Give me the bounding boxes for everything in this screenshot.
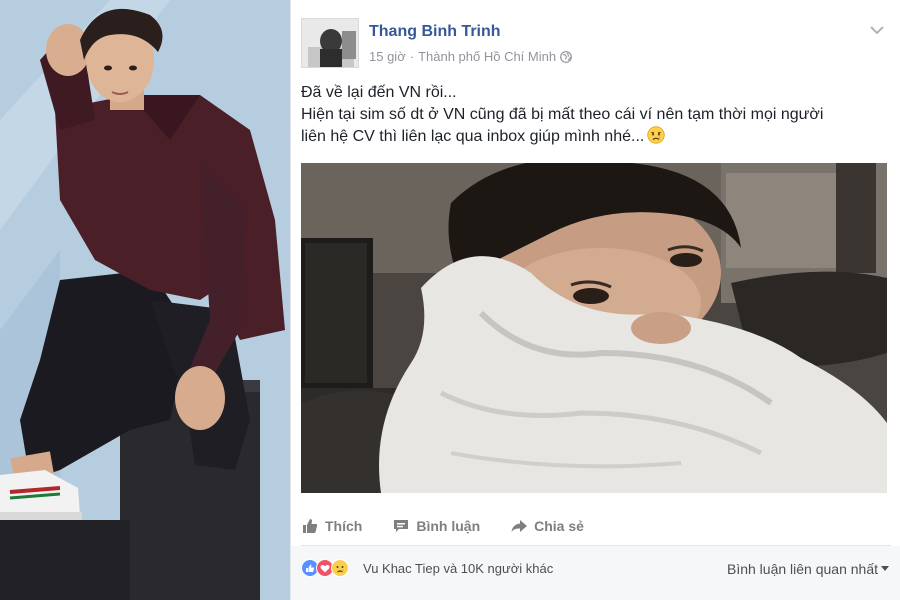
- globe-icon[interactable]: [560, 50, 572, 63]
- reaction-icons[interactable]: [301, 559, 349, 579]
- sad-face-icon: [336, 566, 344, 573]
- promo-photo-illustration: [0, 0, 290, 600]
- share-button[interactable]: Chia sẻ: [510, 517, 584, 535]
- reaction-summary[interactable]: Vu Khac Tiep và 10K người khác: [363, 561, 553, 576]
- action-bar: Thích Bình luận Chia sẻ: [301, 510, 891, 542]
- avatar-image: [302, 19, 358, 67]
- reactions-row: Vu Khac Tiep và 10K người khác Bình luận…: [291, 546, 900, 600]
- promo-photo: [0, 0, 290, 600]
- author-name[interactable]: Thang Binh Trinh: [369, 23, 501, 41]
- meta-separator: ·: [409, 49, 415, 64]
- share-icon: [511, 520, 528, 532]
- post-header: Thang Binh Trinh 15 giờ · Thành phố Hồ C…: [301, 18, 891, 70]
- comment-icon: [394, 520, 409, 532]
- like-button[interactable]: Thích: [301, 517, 362, 535]
- comment-button[interactable]: Bình luận: [392, 517, 480, 535]
- like-label: Thích: [325, 518, 363, 534]
- post-text-line: liên hệ CV thì liên lạc qua inbox giúp m…: [301, 128, 645, 145]
- thumbs-up-icon: [303, 519, 318, 533]
- caret-down-icon: [881, 566, 889, 571]
- post-photo-image: [301, 163, 887, 493]
- post-photo[interactable]: [301, 163, 887, 493]
- comment-sort-label: Bình luận liên quan nhất: [726, 561, 878, 577]
- post-time[interactable]: 15 giờ: [369, 49, 406, 64]
- sad-reaction-icon: [331, 559, 349, 577]
- post-card: Thang Binh Trinh 15 giờ · Thành phố Hồ C…: [290, 0, 900, 600]
- post-location[interactable]: Thành phố Hồ Chí Minh: [418, 49, 556, 64]
- chevron-down-icon[interactable]: [869, 24, 885, 36]
- crying-emoji-icon: [647, 126, 666, 144]
- comment-sort-dropdown[interactable]: Bình luận liên quan nhất: [727, 561, 889, 577]
- comment-label: Bình luận: [416, 518, 481, 534]
- post-text-line-last: liên hệ CV thì liên lạc qua inbox giúp m…: [301, 126, 891, 148]
- post-meta: 15 giờ · Thành phố Hồ Chí Minh: [369, 49, 572, 64]
- post-text-line: Đã về lại đến VN rồi...: [301, 84, 457, 101]
- post-text-line: Hiện tại sim số dt ở VN cũng đã bị mất t…: [301, 106, 824, 123]
- post-text: Đã về lại đến VN rồi... Hiện tại sim số …: [301, 82, 891, 148]
- share-label: Chia sẻ: [534, 518, 584, 534]
- avatar[interactable]: [301, 18, 359, 68]
